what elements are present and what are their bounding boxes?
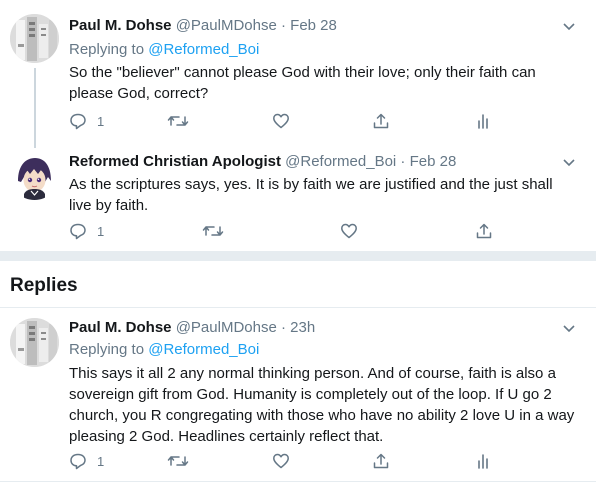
retweet-icon (202, 226, 224, 236)
retweet-icon (167, 456, 189, 466)
thread-line (34, 68, 36, 148)
tweet-date[interactable]: Feb 28 (410, 153, 457, 170)
analytics-button[interactable] (474, 450, 492, 472)
anime-avatar-icon (10, 151, 59, 200)
tweet-paul-1[interactable]: Paul M. Dohse @PaulMDohse · Feb 28 Reply… (0, 0, 596, 148)
retweet-icon (167, 116, 189, 126)
chevron-down-icon[interactable] (562, 16, 576, 36)
share-icon (373, 113, 389, 129)
tweet-header: Paul M. Dohse @PaulMDohse · Feb 28 (69, 16, 337, 36)
avatar[interactable] (10, 151, 59, 200)
author-handle[interactable]: @Reformed_Boi (285, 153, 396, 170)
like-button[interactable] (340, 220, 358, 242)
author-handle[interactable]: @PaulMDohse (176, 319, 277, 336)
replying-to-link[interactable]: @Reformed_Boi (148, 41, 259, 58)
retweet-button[interactable] (167, 110, 189, 132)
like-button[interactable] (272, 450, 290, 472)
profile-photo-icon (10, 14, 59, 63)
reply-icon (70, 113, 86, 130)
share-icon (476, 223, 492, 239)
reply-button[interactable]: 1 (69, 110, 104, 132)
chevron-down-icon[interactable] (562, 152, 576, 172)
author-handle[interactable]: @PaulMDohse (176, 17, 277, 34)
reply-button[interactable]: 1 (69, 220, 104, 242)
reply-icon (70, 223, 86, 240)
separator-dot: · (280, 17, 286, 34)
tweet-reformed[interactable]: Reformed Christian Apologist @Reformed_B… (0, 140, 596, 250)
tweet-actions: 1 (69, 220, 509, 242)
like-button[interactable] (272, 110, 290, 132)
tweet-actions: 1 (69, 450, 509, 472)
tweet-text: As the scriptures says, yes. It is by fa… (69, 176, 553, 214)
author-name[interactable]: Paul M. Dohse (69, 319, 172, 336)
share-icon (373, 453, 389, 469)
tweet-header: Paul M. Dohse @PaulMDohse · 23h (69, 318, 315, 338)
tweet-text: This says it all 2 any normal thinking p… (69, 365, 575, 445)
analytics-icon (478, 454, 488, 469)
retweet-button[interactable] (167, 450, 189, 472)
heart-icon (273, 453, 289, 469)
separator-dot: · (280, 319, 286, 336)
replying-to-link[interactable]: @Reformed_Boi (148, 341, 259, 358)
replying-to: Replying to @Reformed_Boi (69, 40, 259, 60)
avatar[interactable] (10, 14, 59, 63)
chevron-down-icon[interactable] (562, 318, 576, 338)
reply-icon (70, 453, 86, 470)
retweet-button[interactable] (202, 220, 224, 242)
tweet-text: So the "believer" cannot please God with… (69, 64, 536, 102)
reply-count: 1 (97, 113, 105, 129)
share-button[interactable] (372, 450, 390, 472)
replies-heading: Replies (10, 275, 78, 296)
divider (0, 481, 596, 482)
tweet-date[interactable]: Feb 28 (290, 17, 337, 34)
section-divider (0, 251, 596, 261)
replying-to: Replying to @Reformed_Boi (69, 340, 259, 360)
tweet-header: Reformed Christian Apologist @Reformed_B… (69, 152, 456, 172)
separator-dot: · (400, 153, 406, 170)
share-button[interactable] (372, 110, 390, 132)
reply-button[interactable]: 1 (69, 450, 104, 472)
author-name[interactable]: Reformed Christian Apologist (69, 153, 281, 170)
reply-paul[interactable]: Paul M. Dohse @PaulMDohse · 23h Replying… (0, 308, 596, 483)
analytics-icon (478, 114, 488, 129)
reply-count: 1 (97, 223, 105, 239)
profile-photo-icon (10, 318, 59, 367)
tweet-date[interactable]: 23h (290, 319, 315, 336)
tweet-actions: 1 (69, 110, 509, 132)
reply-count: 1 (97, 453, 105, 469)
heart-icon (341, 223, 357, 239)
avatar[interactable] (10, 318, 59, 367)
author-name[interactable]: Paul M. Dohse (69, 17, 172, 34)
heart-icon (273, 113, 289, 129)
share-button[interactable] (475, 220, 493, 242)
replying-label: Replying to (69, 341, 149, 358)
analytics-button[interactable] (474, 110, 492, 132)
replying-label: Replying to (69, 41, 149, 58)
